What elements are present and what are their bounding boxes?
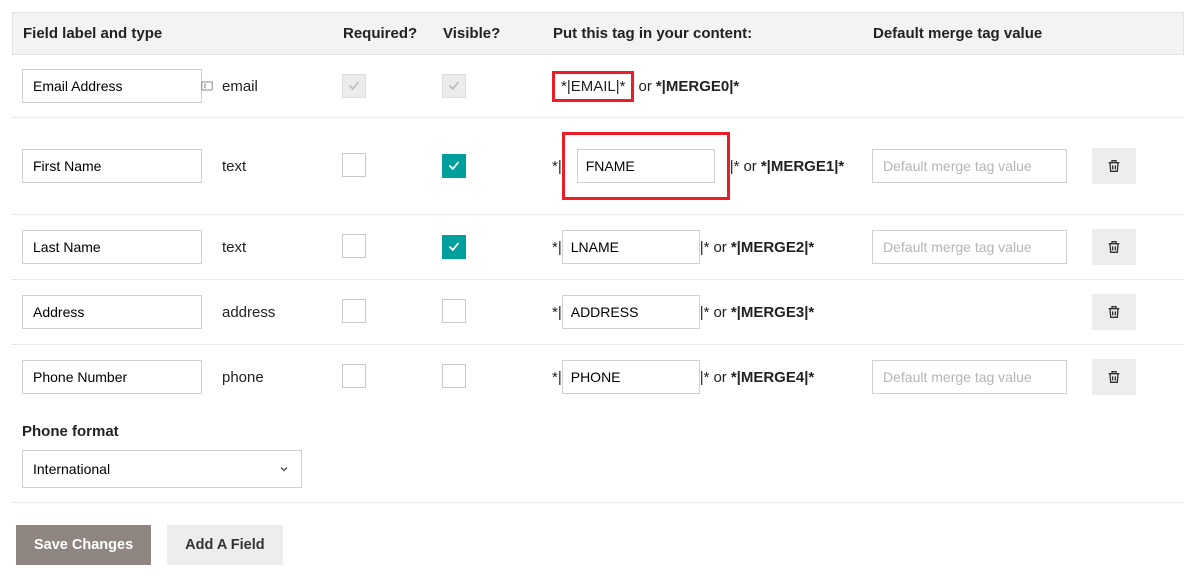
tag-prefix: *| [552,304,562,321]
tag-suffix: |* [700,369,710,386]
header-tag: Put this tag in your content: [553,25,873,42]
table-row: phone *| |* or *|MERGE4|* [12,345,1184,409]
tag-prefix: *| [552,158,562,175]
field-label-input[interactable] [22,149,202,183]
field-type: phone [222,369,342,386]
field-type: text [222,158,342,175]
tag-text: *|EMAIL|* [561,78,625,95]
default-value-input[interactable] [872,230,1067,264]
trash-icon [1106,368,1122,386]
field-type: text [222,239,342,256]
table-row: address *| |* or *|MERGE3|* [12,280,1184,345]
required-checkbox[interactable] [342,299,366,323]
field-type: email [222,78,342,95]
field-label-input[interactable] [22,69,202,103]
save-changes-button[interactable]: Save Changes [16,525,151,565]
tag-input[interactable] [562,295,700,329]
field-label-input[interactable] [22,295,202,329]
visible-checkbox[interactable] [442,364,466,388]
table-header-row: Field label and type Required? Visible? … [12,12,1184,55]
required-checkbox[interactable] [342,153,366,177]
phone-format-select[interactable]: International [22,450,302,488]
footer-buttons: Save Changes Add A Field [12,503,1184,575]
highlight-annotation [562,132,730,200]
merge-tag-text: *|MERGE2|* [731,239,814,256]
tag-suffix: |* [700,239,710,256]
visible-checkbox[interactable] [442,235,466,259]
tag-suffix: |* [730,158,740,175]
visible-checkbox [442,74,466,98]
field-label-input[interactable] [22,360,202,394]
table-row: email *|EMAIL|* or *|MERGE0|* [12,55,1184,118]
phone-format-label: Phone format [22,423,1174,440]
header-required: Required? [343,25,443,42]
phone-format-section: Phone format International [12,409,1184,503]
delete-field-button[interactable] [1092,148,1136,184]
table-row: text *| |* or *|MERGE2|* [12,215,1184,280]
tag-or-text: or [713,369,726,386]
header-field-label: Field label and type [23,25,343,42]
required-checkbox[interactable] [342,364,366,388]
merge-tag-text: *|MERGE0|* [656,78,739,95]
default-value-input[interactable] [872,149,1067,183]
highlight-annotation: *|EMAIL|* [552,71,634,102]
table-row: text *| |* or *|MERGE1|* [12,118,1184,215]
trash-icon [1106,157,1122,175]
tag-or-text: or [743,158,756,175]
tag-or-text: or [713,239,726,256]
header-default: Default merge tag value [873,25,1093,42]
field-label-input[interactable] [22,230,202,264]
tag-prefix: *| [552,369,562,386]
tag-or-text: or [638,78,651,95]
delete-field-button[interactable] [1092,294,1136,330]
tag-input[interactable] [562,360,700,394]
default-value-input[interactable] [872,360,1067,394]
required-checkbox [342,74,366,98]
required-checkbox[interactable] [342,234,366,258]
delete-field-button[interactable] [1092,359,1136,395]
text-box-icon [200,79,214,93]
merge-tag-text: *|MERGE1|* [761,158,844,175]
tag-prefix: *| [552,239,562,256]
add-field-button[interactable]: Add A Field [167,525,282,565]
merge-tag-text: *|MERGE3|* [731,304,814,321]
merge-tag-text: *|MERGE4|* [731,369,814,386]
tag-input[interactable] [577,149,715,183]
visible-checkbox[interactable] [442,299,466,323]
visible-checkbox[interactable] [442,154,466,178]
header-visible: Visible? [443,25,553,42]
tag-suffix: |* [700,304,710,321]
trash-icon [1106,238,1122,256]
tag-or-text: or [713,304,726,321]
trash-icon [1106,303,1122,321]
delete-field-button[interactable] [1092,229,1136,265]
tag-input[interactable] [562,230,700,264]
merge-fields-table: Field label and type Required? Visible? … [12,12,1184,503]
field-type: address [222,304,342,321]
